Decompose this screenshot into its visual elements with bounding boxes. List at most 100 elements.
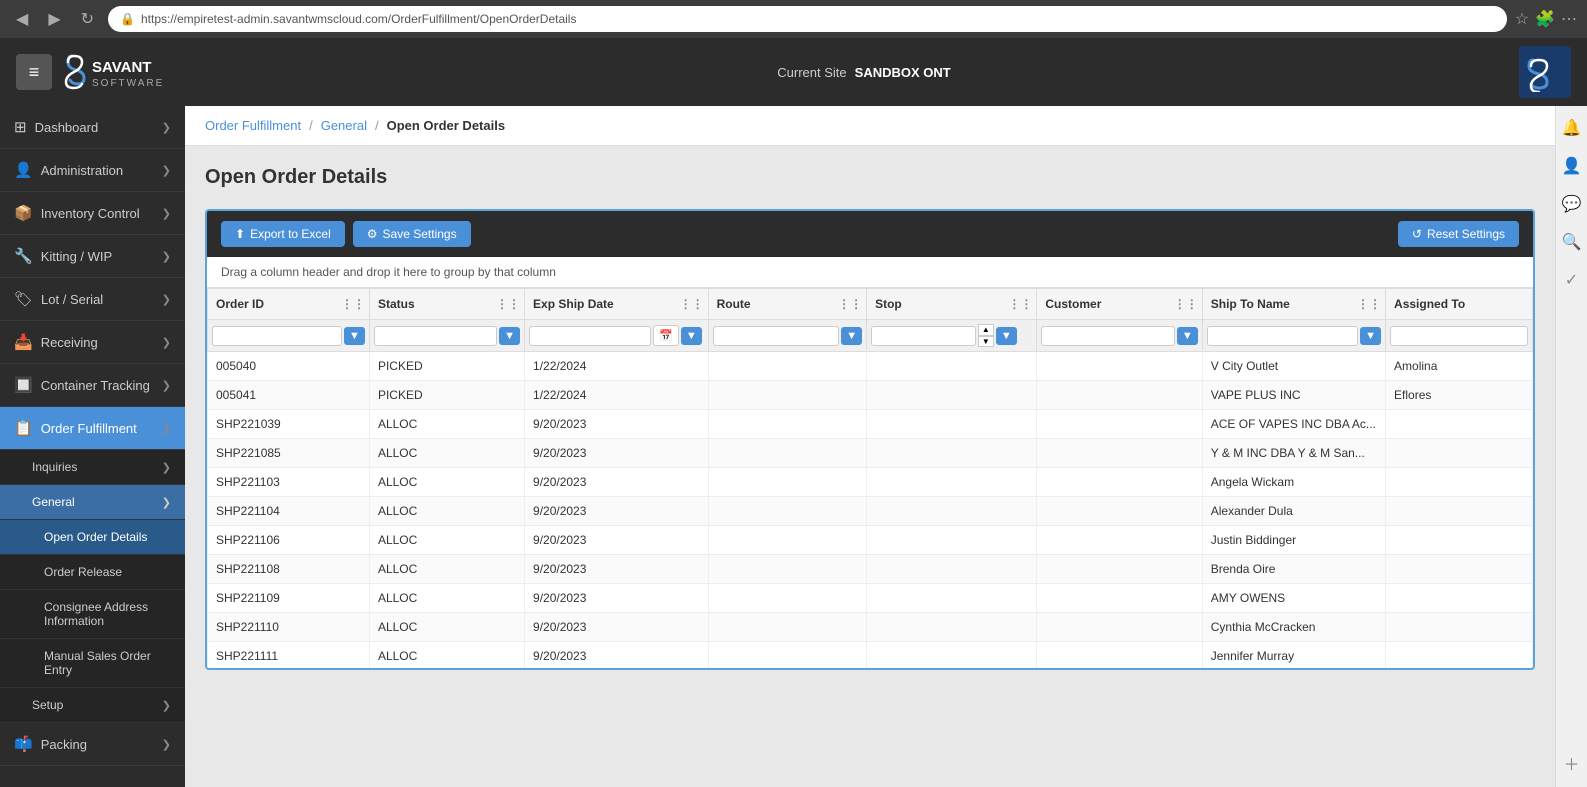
customer-menu-icon[interactable]: ⋮⋮: [1174, 297, 1198, 311]
sidebar-sub-general[interactable]: General ❯: [0, 485, 185, 520]
sidebar-item-order-fulfillment[interactable]: 📋 Order Fulfillment ❯: [0, 407, 185, 450]
table-row[interactable]: SHP221106ALLOC9/20/2023Justin Biddinger: [208, 526, 1533, 555]
table-row[interactable]: 005040PICKED1/22/2024V City OutletAmolin…: [208, 352, 1533, 381]
sidebar-sub-order-release[interactable]: Order Release: [0, 555, 185, 590]
cell-4-3: [708, 468, 867, 497]
cell-7-5: [1037, 555, 1202, 584]
filter-status-input[interactable]: [374, 326, 497, 346]
stop-spin-up[interactable]: ▲: [978, 324, 994, 336]
table-row[interactable]: SHP221110ALLOC9/20/2023Cynthia McCracken: [208, 613, 1533, 642]
right-icon-4[interactable]: 🔍: [1558, 228, 1586, 256]
filter-ship-to-name: ▼: [1202, 320, 1385, 352]
filter-exp-ship-date-btn[interactable]: ▼: [681, 327, 702, 345]
filter-assigned-to-input[interactable]: [1390, 326, 1528, 346]
table-row[interactable]: SHP221039ALLOC9/20/2023ACE OF VAPES INC …: [208, 410, 1533, 439]
back-button[interactable]: ◀: [10, 7, 34, 31]
export-excel-button[interactable]: ⬆ Export to Excel: [221, 221, 345, 247]
right-icon-1[interactable]: 🔔: [1558, 114, 1586, 142]
sidebar-item-packing[interactable]: 📫 Packing ❯: [0, 723, 185, 766]
cell-5-4: [867, 497, 1037, 526]
cell-0-3: [708, 352, 867, 381]
right-icon-5[interactable]: ✓: [1561, 266, 1582, 294]
cell-2-4: [867, 410, 1037, 439]
col-header-status[interactable]: Status ⋮⋮: [369, 289, 524, 320]
sidebar-item-lot-serial[interactable]: 🏷 Lot / Serial ❯: [0, 278, 185, 321]
reset-settings-button[interactable]: ↺ Reset Settings: [1398, 221, 1519, 247]
sidebar-sub-open-order-details[interactable]: Open Order Details: [0, 520, 185, 555]
breadcrumb-general[interactable]: General: [321, 118, 367, 133]
col-header-ship-to-name[interactable]: Ship To Name ⋮⋮: [1202, 289, 1385, 320]
savant-logo: SAVANT SOFTWARE: [64, 46, 209, 98]
route-menu-icon[interactable]: ⋮⋮: [838, 297, 862, 311]
table-row[interactable]: SHP221085ALLOC9/20/2023Y & M INC DBA Y &…: [208, 439, 1533, 468]
table-row[interactable]: SHP221111ALLOC9/20/2023Jennifer Murray: [208, 642, 1533, 668]
filter-ship-to-name-input[interactable]: [1207, 326, 1358, 346]
right-icon-3[interactable]: 💬: [1558, 190, 1586, 218]
filter-stop-btn[interactable]: ▼: [996, 327, 1017, 345]
ship-to-name-menu-icon[interactable]: ⋮⋮: [1357, 297, 1381, 311]
sidebar-item-dashboard[interactable]: ⊞ Dashboard ❯: [0, 106, 185, 149]
extensions-icon[interactable]: 🧩: [1535, 9, 1555, 29]
cell-0-0: 005040: [208, 352, 370, 381]
cell-9-4: [867, 613, 1037, 642]
right-icon-2[interactable]: 👤: [1558, 152, 1586, 180]
sidebar-item-container[interactable]: 🔲 Container Tracking ❯: [0, 364, 185, 407]
filter-stop-input[interactable]: [871, 326, 976, 346]
order-id-menu-icon[interactable]: ⋮⋮: [341, 297, 365, 311]
plus-icon[interactable]: ＋: [1559, 747, 1583, 779]
cell-0-1: PICKED: [369, 352, 524, 381]
url-bar[interactable]: 🔒 https://empiretest-admin.savantwmsclou…: [108, 6, 1507, 32]
forward-button[interactable]: ▶: [42, 7, 66, 31]
filter-customer-btn[interactable]: ▼: [1177, 327, 1198, 345]
more-icon[interactable]: ⋯: [1561, 9, 1577, 29]
breadcrumb-order-fulfillment[interactable]: Order Fulfillment: [205, 118, 301, 133]
col-header-exp-ship-date[interactable]: Exp Ship Date ⋮⋮: [525, 289, 709, 320]
table-row[interactable]: SHP221109ALLOC9/20/2023AMY OWENS: [208, 584, 1533, 613]
filter-order-id-btn[interactable]: ▼: [344, 327, 365, 345]
col-header-order-id[interactable]: Order ID ⋮⋮: [208, 289, 370, 320]
filter-order-id-input[interactable]: [212, 326, 342, 346]
sub-label-open-order-details: Open Order Details: [44, 530, 147, 544]
col-header-customer[interactable]: Customer ⋮⋮: [1037, 289, 1202, 320]
exp-ship-date-menu-icon[interactable]: ⋮⋮: [680, 297, 704, 311]
data-table: Order ID ⋮⋮ Status ⋮⋮ Exp Ship Date ⋮⋮: [207, 288, 1533, 668]
table-row[interactable]: 005041PICKED1/22/2024VAPE PLUS INCEflore…: [208, 381, 1533, 410]
setup-chevron: ❯: [162, 699, 171, 712]
refresh-button[interactable]: ↻: [75, 7, 100, 31]
table-row[interactable]: SHP221103ALLOC9/20/2023Angela Wickam: [208, 468, 1533, 497]
sidebar-item-receiving[interactable]: 📥 Receiving ❯: [0, 321, 185, 364]
sidebar-item-inventory-control[interactable]: 📦 Inventory Control ❯: [0, 192, 185, 235]
sidebar-sub-consignee-address[interactable]: Consignee Address Information: [0, 590, 185, 639]
save-settings-button[interactable]: ⚙ Save Settings: [353, 221, 471, 247]
sidebar-sub-inquiries[interactable]: Inquiries ❯: [0, 450, 185, 485]
cell-7-3: [708, 555, 867, 584]
star-icon[interactable]: ☆: [1515, 9, 1529, 29]
filter-route-btn[interactable]: ▼: [841, 327, 862, 345]
table-row[interactable]: SHP221108ALLOC9/20/2023Brenda Oire: [208, 555, 1533, 584]
col-header-assigned-to[interactable]: Assigned To: [1386, 289, 1533, 320]
filter-exp-ship-date-calendar[interactable]: 📅: [653, 325, 679, 346]
status-menu-icon[interactable]: ⋮⋮: [496, 297, 520, 311]
cell-5-1: ALLOC: [369, 497, 524, 526]
filter-exp-ship-date-input[interactable]: [529, 326, 651, 346]
filter-stop-spinner[interactable]: ▲ ▼: [978, 324, 994, 347]
cell-7-1: ALLOC: [369, 555, 524, 584]
cell-10-1: ALLOC: [369, 642, 524, 668]
sidebar-item-kitting[interactable]: 🔧 Kitting / WIP ❯: [0, 235, 185, 278]
col-header-stop[interactable]: Stop ⋮⋮: [867, 289, 1037, 320]
sidebar-sub-manual-sales[interactable]: Manual Sales Order Entry: [0, 639, 185, 688]
table-row[interactable]: SHP221104ALLOC9/20/2023Alexander Dula: [208, 497, 1533, 526]
stop-spin-down[interactable]: ▼: [978, 336, 994, 348]
col-header-route[interactable]: Route ⋮⋮: [708, 289, 867, 320]
sidebar-sub-setup[interactable]: Setup ❯: [0, 688, 185, 723]
sidebar-item-administration[interactable]: 👤 Administration ❯: [0, 149, 185, 192]
sidebar-label-order-fulfillment: Order Fulfillment: [41, 421, 137, 436]
stop-menu-icon[interactable]: ⋮⋮: [1008, 297, 1032, 311]
hamburger-button[interactable]: ≡: [16, 54, 52, 90]
filter-customer-input[interactable]: [1041, 326, 1174, 346]
sidebar: ⊞ Dashboard ❯ 👤 Administration ❯ 📦 Inven…: [0, 106, 185, 787]
table-scroll-container[interactable]: Order ID ⋮⋮ Status ⋮⋮ Exp Ship Date ⋮⋮: [207, 288, 1533, 668]
filter-route-input[interactable]: [713, 326, 840, 346]
filter-ship-to-name-btn[interactable]: ▼: [1360, 327, 1381, 345]
filter-status-btn[interactable]: ▼: [499, 327, 520, 345]
